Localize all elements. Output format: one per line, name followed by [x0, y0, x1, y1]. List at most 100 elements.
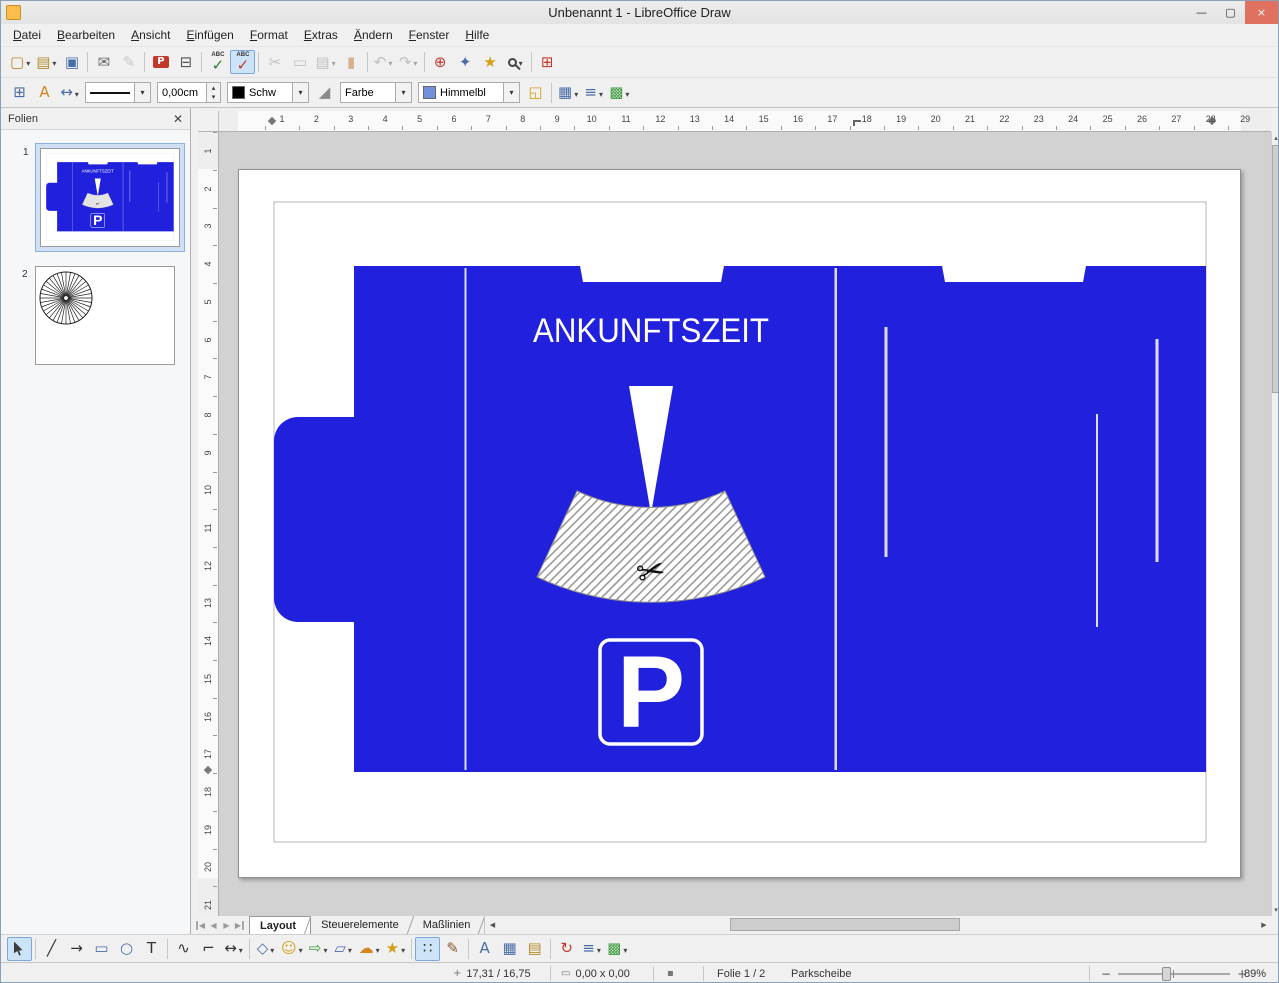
line-width-stepper[interactable] [206, 83, 220, 102]
undo-button[interactable]: ↶ [371, 50, 396, 74]
menu-item-bearbeiten[interactable]: Bearbeiten [49, 25, 123, 45]
line-button[interactable]: ╱ [39, 937, 64, 961]
slide-thumbnail-2[interactable]: 2 [22, 266, 185, 365]
tab-malinien[interactable]: Maßlinien [413, 916, 485, 934]
arrow-button[interactable]: → [64, 937, 89, 961]
alignment-button[interactable]: ≡ [579, 937, 604, 961]
gallery-button[interactable]: ★ [478, 50, 503, 74]
tab-stop-marker[interactable] [853, 120, 861, 126]
dropdown-arrow-icon[interactable] [237, 940, 243, 958]
parking-sign-p[interactable]: P [617, 635, 685, 749]
vertical-scroll-thumb[interactable] [1272, 145, 1278, 393]
cut-button[interactable]: ✂ [262, 50, 287, 74]
dropdown-arrow-icon[interactable] [623, 84, 629, 102]
rotate-button[interactable]: ↻ [554, 937, 579, 961]
ellipse-button[interactable]: ○ [114, 937, 139, 961]
zoom-slider[interactable] [1118, 966, 1231, 981]
ankunftszeit-text[interactable]: ANKUNFTSZEIT [533, 312, 769, 350]
menu-item-einfgen[interactable]: Einfügen [178, 25, 241, 45]
redo-button[interactable]: ↷ [396, 50, 421, 74]
dropdown-arrow-icon[interactable] [330, 53, 336, 71]
align-button[interactable]: ≡ [581, 81, 606, 105]
ruler-origin[interactable] [198, 111, 219, 132]
scroll-up-icon[interactable] [1272, 132, 1278, 144]
symbol-shapes-button[interactable]: ☺ [278, 937, 306, 961]
arrow-style-button[interactable]: ↔ [57, 81, 82, 105]
arrange-button[interactable]: ▩ [606, 81, 632, 105]
titlebar[interactable]: Unbenannt 1 - LibreOffice Draw — ▢ × [1, 1, 1278, 24]
slide-thumbnail-1[interactable]: 1 ANKUNFTSZEIT ✂ P [23, 143, 185, 252]
spin-up-icon[interactable] [207, 83, 220, 93]
dropdown-arrow-icon[interactable] [268, 940, 274, 958]
disc-body[interactable] [57, 162, 174, 232]
helplines-button[interactable]: ⊞ [535, 50, 560, 74]
horizontal-scroll-thumb[interactable] [730, 918, 961, 931]
maximize-button[interactable]: ▢ [1216, 1, 1245, 24]
ankunftszeit-text[interactable]: ANKUNFTSZEIT [82, 169, 114, 174]
dropdown-arrow-icon[interactable] [297, 940, 303, 958]
menu-item-format[interactable]: Format [242, 25, 296, 45]
horizontal-scrollbar[interactable] [484, 916, 1271, 934]
navigator-button[interactable]: ✦ [453, 50, 478, 74]
dropdown-arrow-icon[interactable] [346, 940, 352, 958]
gluepoints-button[interactable]: ✎ [440, 937, 465, 961]
slide-2-thumbnail-drawing[interactable] [35, 266, 175, 365]
tab-steuerelemente[interactable]: Steuerelemente [311, 916, 413, 934]
page-style-field[interactable]: Parkscheibe [791, 963, 852, 982]
spellcheck-button[interactable]: ABC ✓ [205, 50, 230, 74]
spin-down-icon[interactable] [207, 92, 220, 102]
scroll-down-icon[interactable] [1272, 904, 1278, 916]
gallery2-button[interactable]: ▤ [522, 937, 547, 961]
menu-item-hilfe[interactable]: Hilfe [457, 25, 497, 45]
zoom-button[interactable] [503, 50, 528, 74]
dropdown-arrow-icon[interactable] [50, 53, 56, 71]
block-arrows-button[interactable]: ⇨ [306, 937, 331, 961]
zoom-percent-field[interactable]: 89% [1244, 963, 1266, 982]
save-button[interactable]: ▣ [59, 50, 84, 74]
vertical-scrollbar[interactable] [1271, 132, 1278, 916]
fill-type-select[interactable]: Farbe [340, 82, 412, 103]
first-slide-button[interactable] [194, 921, 207, 930]
close-button[interactable]: × [1245, 1, 1278, 24]
dropdown-arrow-icon[interactable] [24, 53, 30, 71]
edit-points-button[interactable]: ∷ [415, 936, 441, 961]
zoom-slider-thumb[interactable] [1162, 966, 1172, 981]
print-button[interactable]: ⊟ [173, 50, 198, 74]
zoom-out-icon[interactable]: − [1101, 967, 1111, 981]
parking-sign-p[interactable]: P [93, 212, 102, 228]
disc-body[interactable] [354, 266, 1206, 772]
page[interactable]: ANKUNFTSZEIT ✂ P [238, 169, 1241, 878]
previous-slide-button[interactable] [207, 921, 220, 930]
chevron-down-icon[interactable] [134, 83, 150, 102]
hyperlink-button[interactable]: ⊕ [428, 50, 453, 74]
menu-item-fenster[interactable]: Fenster [401, 25, 458, 45]
callouts-button[interactable]: ☁ [356, 937, 383, 961]
basic-shapes-button[interactable]: ◇ [253, 937, 278, 961]
last-slide-button[interactable] [233, 921, 246, 930]
line-width-input[interactable]: 0,00cm [157, 82, 221, 103]
clone-formatting-button[interactable]: ▮ [339, 50, 364, 74]
rectangle-button[interactable]: ▭ [89, 937, 114, 961]
line-style-select[interactable] [85, 82, 151, 103]
chevron-down-icon[interactable] [395, 83, 411, 102]
email-button[interactable]: ✉ [91, 50, 116, 74]
styles-button[interactable]: A [32, 81, 57, 105]
stars-button[interactable]: ★ [383, 937, 408, 961]
curve-button[interactable]: ∿ [171, 937, 196, 961]
flowchart-button[interactable]: ▱ [331, 937, 356, 961]
open-button[interactable]: ▤ [33, 50, 59, 74]
dropdown-arrow-icon[interactable] [621, 940, 627, 958]
menu-item-datei[interactable]: Datei [5, 25, 49, 45]
canvas-area[interactable]: ANKUNFTSZEIT ✂ P [219, 132, 1271, 916]
autospellcheck-button[interactable]: ABC ✓ [230, 50, 256, 74]
connector-button[interactable]: ⌐ [196, 937, 221, 961]
dropdown-arrow-icon[interactable] [374, 940, 380, 958]
dropdown-arrow-icon[interactable] [73, 84, 79, 102]
new-button[interactable]: ▢ [7, 50, 33, 74]
dropdown-arrow-icon[interactable] [399, 940, 405, 958]
copy-button[interactable]: ▭ [287, 50, 312, 74]
dropdown-arrow-icon[interactable] [411, 53, 417, 71]
next-slide-button[interactable] [220, 921, 233, 930]
dropdown-arrow-icon[interactable] [597, 84, 603, 102]
snap-grid-button[interactable]: ▦ [555, 81, 581, 105]
